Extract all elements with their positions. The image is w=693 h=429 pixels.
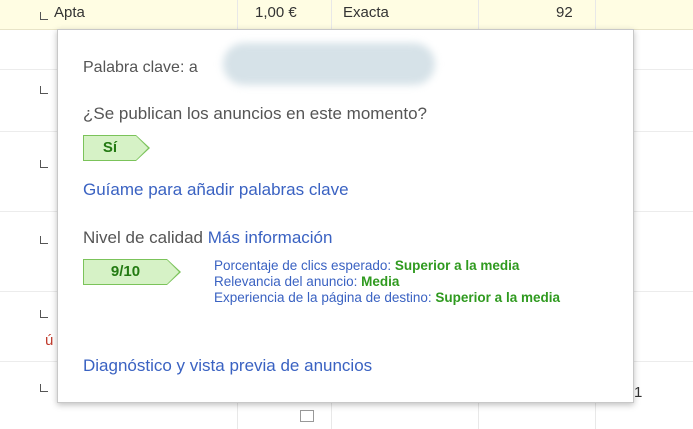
row-checkbox-icon[interactable]: [40, 86, 48, 94]
row-icon[interactable]: [300, 410, 314, 422]
row-checkbox-icon[interactable]: [40, 310, 48, 318]
value-cell: 92: [556, 4, 573, 21]
metric-value: Superior a la media: [394, 258, 520, 273]
more-info-link[interactable]: Más información: [208, 228, 333, 247]
bid-cell: 1,00 €: [255, 4, 297, 21]
metric-label: Relevancia del anuncio:: [214, 274, 358, 289]
score-arrow-tag: 9/10: [83, 259, 181, 285]
quality-metrics: Porcentaje de clics esperado: Superior a…: [214, 258, 604, 306]
redacted-keyword-blur: [223, 43, 435, 85]
keyword-value: a: [188, 59, 198, 76]
row-checkbox-icon[interactable]: [40, 12, 48, 20]
metric-label: Experiencia de la página de destino:: [214, 290, 432, 305]
keyword-row: Palabra clave: a: [83, 59, 198, 77]
keyword-label: Palabra clave:: [83, 59, 185, 76]
metric-expected-ctr: Porcentaje de clics esperado: Superior a…: [214, 258, 604, 274]
match-type-cell: Exacta: [343, 4, 389, 21]
quality-score-label: Nivel de calidad: [83, 228, 204, 247]
ads-serving-question: ¿Se publican los anuncios en este moment…: [83, 104, 427, 123]
partial-row-text: 1: [634, 384, 643, 401]
diagnostic-preview-link[interactable]: Diagnóstico y vista previa de anuncios: [83, 356, 372, 376]
metric-value: Superior a la media: [435, 290, 560, 305]
guide-add-keywords-link[interactable]: Guíame para añadir palabras clave: [83, 180, 349, 200]
metric-label: Porcentaje de clics esperado:: [214, 258, 392, 273]
metric-value: Media: [361, 274, 400, 289]
quality-score-row: Nivel de calidad Más información: [83, 228, 332, 248]
row-checkbox-icon[interactable]: [40, 384, 48, 392]
row-checkbox-icon[interactable]: [40, 160, 48, 168]
row-checkbox-icon[interactable]: [40, 236, 48, 244]
metric-ad-relevance: Relevancia del anuncio: Media: [214, 274, 604, 290]
metric-landing-page: Experiencia de la página de destino: Sup…: [214, 290, 604, 306]
status-arrow-tag: Sí: [83, 135, 150, 161]
partial-row-text: ú: [45, 332, 54, 349]
keyword-details-popup: Palabra clave: a ¿Se publican los anunci…: [57, 29, 634, 403]
status-cell: Apta: [54, 4, 85, 21]
